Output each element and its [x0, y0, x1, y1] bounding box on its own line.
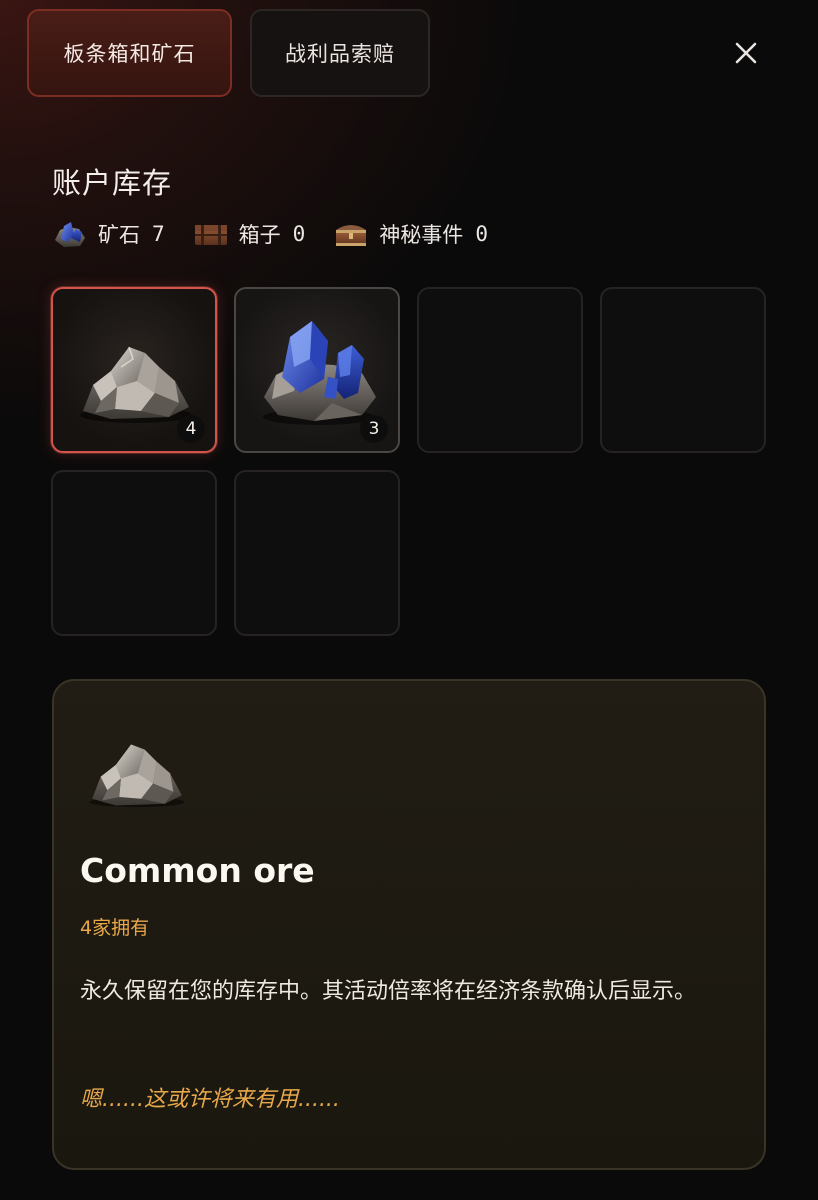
stat-ores: 矿石 7	[52, 218, 165, 250]
item-name: Common ore	[80, 851, 315, 890]
section-title: 账户库存	[52, 166, 173, 200]
stat-boxes-label: 箱子	[238, 223, 281, 247]
inventory-stats: 矿石 7 箱子 0 神秘事件 0	[52, 215, 516, 253]
mystery-chest-icon	[336, 225, 367, 246]
blue-ore-icon	[55, 222, 85, 247]
stat-ores-label: 矿石	[98, 223, 140, 247]
inventory-slot-empty	[417, 287, 583, 453]
stat-mystery: 神秘事件 0	[333, 218, 488, 250]
item-count-badge: 4	[177, 415, 205, 443]
stat-boxes-value: 0	[292, 222, 306, 246]
inventory-slot-common-ore[interactable]: 4	[51, 287, 217, 453]
stat-ores-value: 7	[152, 222, 165, 246]
close-button[interactable]	[728, 35, 764, 71]
inventory-slot-empty	[600, 287, 766, 453]
item-flavor-text: 嗯......这或许将来有用......	[80, 1087, 340, 1112]
box-icon	[194, 225, 227, 245]
tab-crates-and-ores[interactable]: 板条箱和矿石	[27, 9, 232, 97]
stat-mystery-label: 神秘事件	[379, 223, 464, 247]
common-ore-icon	[89, 744, 185, 808]
stat-mystery-value: 0	[475, 222, 488, 246]
inventory-slot-empty	[234, 470, 400, 636]
item-detail-panel: Common ore 4家拥有 永久保留在您的库存中。其活动倍率将在经济条款确认…	[52, 679, 766, 1170]
stat-boxes: 箱子 0	[193, 219, 306, 249]
item-owned-count: 4家拥有	[80, 917, 150, 939]
inventory-slot-blue-ore[interactable]: 3	[234, 287, 400, 453]
item-count-badge: 3	[360, 415, 388, 443]
tab-loot-claims[interactable]: 战利品索赔	[250, 9, 430, 97]
inventory-slot-empty	[51, 470, 217, 636]
close-icon	[735, 42, 757, 64]
item-description: 永久保留在您的库存中。其活动倍率将在经济条款确认后显示。	[80, 979, 697, 1004]
